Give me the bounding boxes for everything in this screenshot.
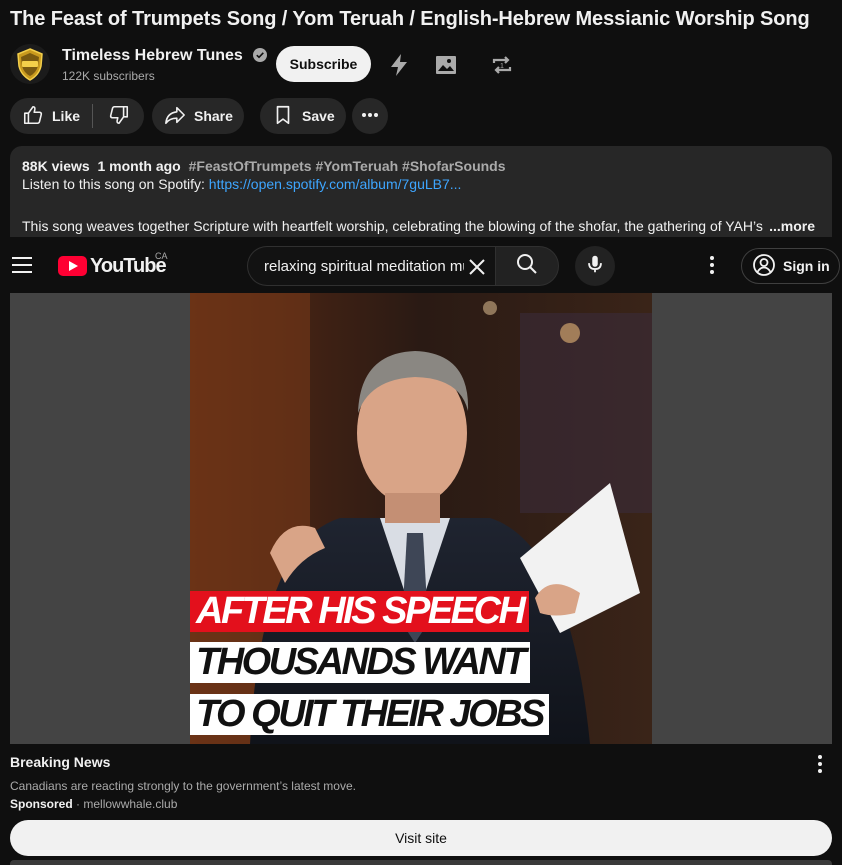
video-title: The Feast of Trumpets Song / Yom Teruah …: [10, 8, 810, 30]
ad-media[interactable]: AFTER HIS SPEECH THOUSANDS WANT TO QUIT …: [10, 293, 832, 744]
voice-search-button[interactable]: [575, 246, 615, 286]
sponsored-label: Sponsored: [10, 797, 73, 811]
channel-name-text: Timeless Hebrew Tunes: [62, 47, 243, 64]
youtube-play-icon: [58, 256, 87, 276]
search-query[interactable]: relaxing spiritual meditation music: [264, 258, 464, 275]
description-meta: 88K views 1 month ago #FeastOfTrumpets #…: [22, 158, 820, 174]
subscribe-button[interactable]: Subscribe: [276, 46, 371, 82]
share-icon: [164, 104, 186, 129]
settings-kebab-icon[interactable]: [700, 253, 724, 277]
next-item-edge: [10, 860, 832, 865]
ad-headline-line-3: TO QUIT THEIR JOBS: [190, 694, 550, 735]
ad-headline-line-1: AFTER HIS SPEECH: [190, 591, 530, 632]
image-icon[interactable]: [433, 52, 459, 78]
thumbs-up-icon: [22, 104, 44, 129]
ad-image[interactable]: AFTER HIS SPEECH THOUSANDS WANT TO QUIT …: [190, 293, 652, 744]
country-code: CA: [155, 251, 168, 261]
view-count: 88K views: [22, 158, 90, 174]
repeat-icon[interactable]: 1: [489, 52, 515, 78]
ad-sponsor-line: Sponsored · mellowwhale.club: [10, 797, 177, 811]
show-more-button[interactable]: ...more: [763, 218, 815, 234]
lightning-icon[interactable]: [386, 52, 412, 78]
share-button[interactable]: Share: [152, 98, 244, 134]
dislike-button[interactable]: [93, 98, 144, 134]
hashtags[interactable]: #FeastOfTrumpets #YomTeruah #ShofarSound…: [189, 158, 506, 174]
visit-site-button[interactable]: Visit site: [10, 820, 832, 856]
share-label: Share: [194, 108, 233, 124]
channel-name[interactable]: Timeless Hebrew Tunes: [62, 47, 268, 67]
microphone-icon: [584, 253, 606, 280]
subscriber-count: 122K subscribers: [62, 69, 155, 83]
bookmark-icon: [272, 104, 294, 129]
search-icon: [515, 252, 539, 281]
save-label: Save: [302, 108, 335, 124]
action-bar: Like Share Save: [10, 98, 830, 134]
verified-check-icon: [253, 48, 268, 67]
description-box[interactable]: 88K views 1 month ago #FeastOfTrumpets #…: [10, 146, 832, 238]
account-circle-icon: [752, 253, 776, 280]
sign-in-button[interactable]: Sign in: [741, 248, 840, 284]
youtube-logo[interactable]: YouTube: [58, 255, 167, 277]
save-button[interactable]: Save: [260, 98, 346, 134]
description-body: This song weaves together Scripture with…: [22, 218, 763, 234]
like-label: Like: [52, 108, 81, 124]
ad-menu-icon[interactable]: [812, 754, 828, 774]
svg-text:1: 1: [500, 63, 504, 70]
upload-age: 1 month ago: [97, 158, 181, 174]
ad-title[interactable]: Breaking News: [10, 754, 110, 770]
ad-domain: mellowwhale.club: [83, 797, 178, 811]
channel-avatar[interactable]: [10, 44, 50, 84]
like-button[interactable]: Like: [10, 98, 92, 134]
spotify-link[interactable]: https://open.spotify.com/album/7guLB7...: [209, 176, 462, 192]
more-horizontal-icon: [360, 105, 380, 128]
sponsor-separator: ·: [76, 797, 81, 811]
ad-headline-line-2: THOUSANDS WANT: [190, 642, 531, 683]
menu-icon[interactable]: [12, 257, 32, 278]
sign-in-label: Sign in: [783, 258, 830, 274]
masthead: YouTube CA relaxing spiritual meditation…: [0, 237, 842, 293]
spotify-line: Listen to this song on Spotify: https://…: [22, 176, 820, 192]
thumbs-down-icon: [108, 104, 130, 129]
ad-description: Canadians are reacting strongly to the g…: [10, 779, 356, 793]
clear-search-icon[interactable]: [465, 255, 489, 284]
search-button[interactable]: [495, 246, 559, 286]
spotify-prefix: Listen to this song on Spotify:: [22, 176, 209, 192]
more-actions-button[interactable]: [352, 98, 388, 134]
channel-row: Timeless Hebrew Tunes 122K subscribers S…: [10, 44, 830, 86]
search-input[interactable]: relaxing spiritual meditation music: [247, 246, 495, 286]
like-dislike-group: Like: [10, 98, 144, 134]
